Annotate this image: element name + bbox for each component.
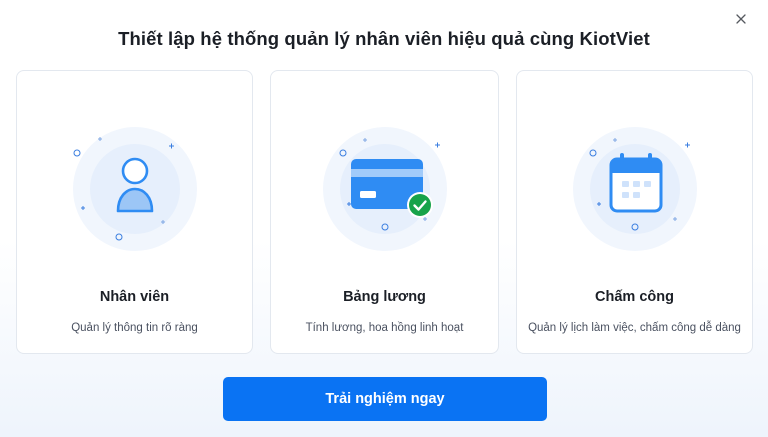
card-payroll[interactable]: Bảng lương Tính lương, hoa hồng linh hoạ… (270, 70, 499, 354)
card-title: Chấm công (595, 289, 674, 305)
modal-title: Thiết lập hệ thống quản lý nhân viên hiệ… (118, 28, 650, 49)
card-description: Quản lý thông tin rõ ràng (71, 322, 198, 334)
timekeeping-illustration (572, 127, 697, 251)
close-button[interactable] (732, 10, 750, 28)
employee-illustration (72, 127, 197, 251)
onboarding-modal: Thiết lập hệ thống quản lý nhân viên hiệ… (0, 0, 768, 437)
card-employees[interactable]: Nhân viên Quản lý thông tin rõ ràng (16, 70, 253, 354)
calendar-icon (609, 153, 662, 213)
close-icon (736, 14, 746, 24)
card-description: Quản lý lịch làm việc, chấm công dễ dàng (528, 322, 741, 334)
card-title: Nhân viên (99, 289, 170, 305)
card-timekeeping[interactable]: Chấm công Quản lý lịch làm việc, chấm cô… (516, 70, 753, 354)
payroll-illustration (322, 127, 447, 251)
try-now-button[interactable]: Trải nghiệm ngay (223, 377, 547, 421)
card-description: Tính lương, hoa hồng linh hoạt (305, 322, 464, 334)
card-title: Bảng lương (343, 289, 426, 305)
